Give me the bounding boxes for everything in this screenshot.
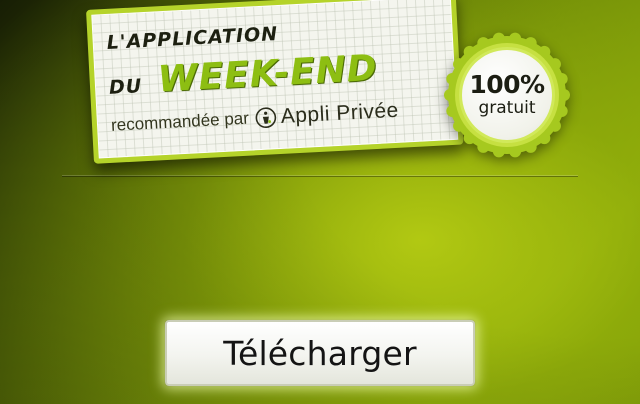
brand-name: Appli Privée [280,98,400,128]
free-badge: 100% gratuit [444,32,570,158]
headline-highlight: WEEK-END [156,47,379,101]
download-button-label: Télécharger [223,333,417,373]
recommendation-line: recommandée par Appli Privée [110,98,400,138]
week-end-app-banner: L'APPLICATION DU WEEK-END recommandée pa… [86,0,464,164]
appli-privee-logo-icon [254,106,277,129]
headline-line-1: L'APPLICATION [106,22,279,54]
headline-prefix: DU [108,75,143,99]
badge-label: gratuit [478,97,536,118]
recommendation-text: recommandée par [110,108,250,135]
headline-line-2: DU WEEK-END [108,48,379,103]
section-divider [62,175,578,176]
download-button[interactable]: Télécharger [165,320,475,386]
promo-screen: L'APPLICATION DU WEEK-END recommandée pa… [0,0,640,404]
badge-percent: 100% [469,69,545,99]
badge-center: 100% gratuit [462,50,552,140]
